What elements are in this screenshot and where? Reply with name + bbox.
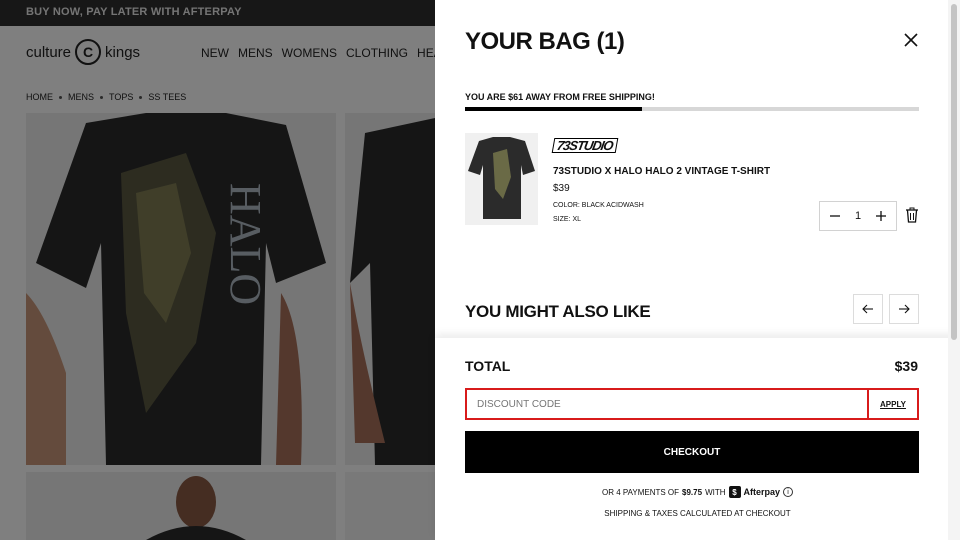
afterpay-logo-icon: $ xyxy=(728,486,741,498)
total-value: $39 xyxy=(894,358,918,374)
afterpay-amount: $9.75 xyxy=(682,487,703,497)
shipping-taxes-note: SHIPPING & TAXES CALCULATED AT CHECKOUT xyxy=(604,509,791,518)
cart-item-tshirt-illustration xyxy=(465,133,538,225)
afterpay-prefix: OR 4 PAYMENTS OF xyxy=(601,487,680,497)
page: BUY NOW, PAY LATER WITH AFTERPAY culture… xyxy=(0,0,960,540)
close-icon xyxy=(904,33,918,47)
brand-logo: 73STUDIO xyxy=(551,138,618,153)
drawer-scrollbar-thumb[interactable] xyxy=(951,4,957,340)
total-label: TOTAL xyxy=(465,358,511,374)
checkout-button[interactable]: CHECKOUT xyxy=(465,431,919,473)
shipping-progress-bar xyxy=(465,107,919,111)
increase-quantity-button[interactable] xyxy=(874,209,888,223)
quantity-stepper: 1 xyxy=(819,201,897,231)
cart-item-name[interactable]: 73STUDIO X HALO HALO 2 VINTAGE T-SHIRT xyxy=(553,166,770,177)
recommendations-title: YOU MIGHT ALSO LIKE xyxy=(465,302,651,321)
carousel-next-button[interactable] xyxy=(889,294,919,324)
free-shipping-message: YOU ARE $61 AWAY FROM FREE SHIPPING! xyxy=(465,92,655,102)
cart-item-size: SIZE: XL xyxy=(553,216,582,223)
arrow-left-icon xyxy=(862,304,873,314)
remove-item-button[interactable] xyxy=(905,207,919,223)
close-button[interactable] xyxy=(901,30,921,50)
shipping-progress-fill xyxy=(465,107,643,111)
decrease-quantity-button[interactable] xyxy=(828,209,842,223)
bag-title: YOUR BAG (1) xyxy=(465,28,625,55)
cart-footer: TOTAL $39 APPLY CHECKOUT OR 4 PAYMENTS O… xyxy=(435,338,960,540)
discount-code-input[interactable] xyxy=(465,388,869,420)
afterpay-message: OR 4 PAYMENTS OF $9.75 WITH $ Afterpay i xyxy=(435,486,960,498)
plus-icon xyxy=(876,211,886,221)
apply-discount-button[interactable]: APPLY xyxy=(867,388,919,420)
minus-icon xyxy=(830,215,840,217)
page-dim-overlay[interactable] xyxy=(0,0,435,540)
cart-item-image[interactable] xyxy=(465,133,538,225)
afterpay-name: Afterpay xyxy=(743,487,781,497)
cart-drawer: YOUR BAG (1) YOU ARE $61 AWAY FROM FREE … xyxy=(435,0,960,540)
arrow-right-icon xyxy=(899,304,910,314)
cart-item-price: $39 xyxy=(553,183,570,194)
carousel-prev-button[interactable] xyxy=(853,294,883,324)
cart-item-color: COLOR: BLACK ACIDWASH xyxy=(553,202,644,209)
afterpay-with: WITH xyxy=(705,487,726,497)
trash-icon xyxy=(906,207,918,223)
info-icon[interactable]: i xyxy=(783,487,794,497)
quantity-value: 1 xyxy=(854,210,862,222)
